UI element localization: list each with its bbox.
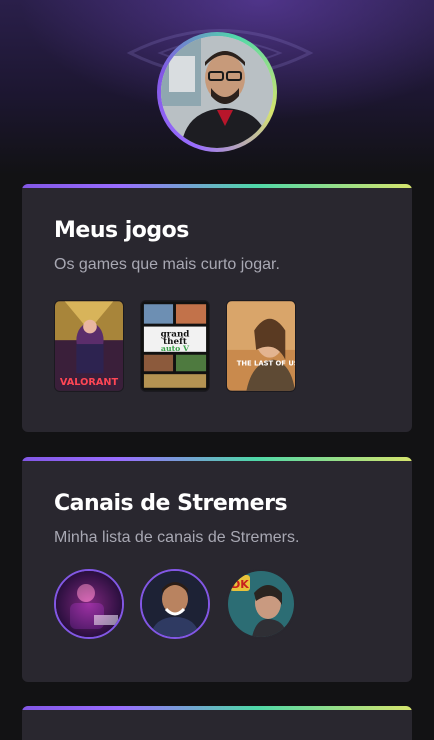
profile-avatar[interactable] xyxy=(161,36,273,148)
card-subtitle: Os games que mais curto jogar. xyxy=(54,256,280,273)
streamer-avatar-3[interactable]: DK xyxy=(226,569,296,639)
profile-photo xyxy=(161,36,273,148)
tlou-cover: THE LAST OF US xyxy=(227,301,295,391)
my-games-card: Meus jogos Os games que mais curto jogar… xyxy=(22,184,412,432)
game-cover-gta-v[interactable]: grand theft auto V xyxy=(140,300,210,392)
next-card-partial xyxy=(22,706,412,740)
card-title: Meus jogos xyxy=(54,218,189,243)
profile-avatar-ring xyxy=(157,32,277,152)
streamer-avatar-1[interactable] xyxy=(54,569,124,639)
svg-text:auto V: auto V xyxy=(161,344,190,353)
tlou-cover-text: THE LAST OF US xyxy=(237,359,295,367)
valorant-cover: VALORANT xyxy=(55,301,123,391)
streamer-avatar-2[interactable] xyxy=(140,569,210,639)
card-subtitle: Minha lista de canais de Stremers. xyxy=(54,529,300,546)
hero-banner xyxy=(0,0,434,175)
valorant-cover-text: VALORANT xyxy=(60,377,119,388)
streamer-channels-card: Canais de Stremers Minha lista de canais… xyxy=(22,457,412,682)
game-cover-valorant[interactable]: VALORANT xyxy=(54,300,124,392)
streamer-badge-text: DK xyxy=(231,578,249,591)
card-title: Canais de Stremers xyxy=(54,491,288,516)
gta-cover: grand theft auto V xyxy=(141,301,209,391)
game-cover-the-last-of-us[interactable]: THE LAST OF US xyxy=(226,300,296,392)
